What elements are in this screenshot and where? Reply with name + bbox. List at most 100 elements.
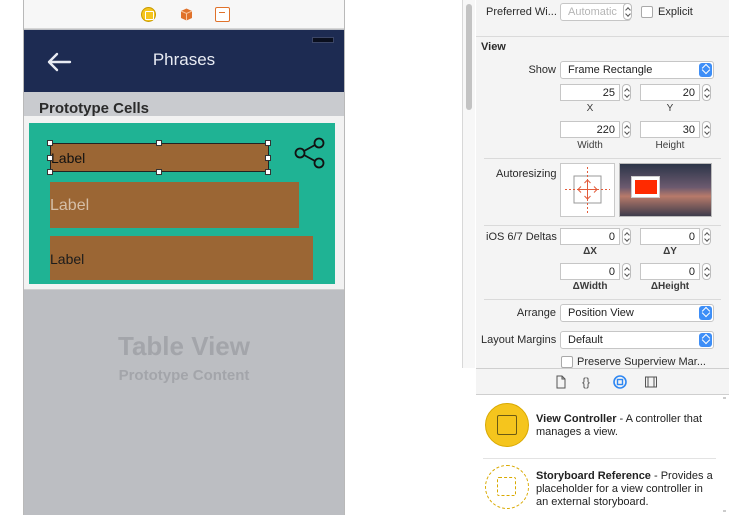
width-stepper[interactable]: [622, 121, 631, 138]
arrange-value: Position View: [568, 307, 634, 319]
view-controller-icon[interactable]: [141, 7, 156, 22]
cell-content-view[interactable]: Label Label Label: [29, 123, 335, 284]
object-library: View Controller - A controller that mana…: [476, 395, 729, 515]
explicit-checkbox[interactable]: [641, 6, 653, 18]
preview-frame: [635, 180, 657, 194]
preferred-width-placeholder: Automatic: [568, 6, 617, 18]
share-icon[interactable]: [294, 137, 326, 169]
list-item-title: Storyboard Reference: [536, 470, 651, 482]
delta-y-field[interactable]: 0: [640, 228, 700, 245]
resize-handle[interactable]: [47, 140, 53, 146]
media-library-icon[interactable]: [644, 375, 658, 389]
show-popup[interactable]: Frame Rectangle: [560, 61, 714, 79]
y-caption: Y: [666, 103, 674, 114]
resize-handle[interactable]: [265, 140, 271, 146]
storyboard-scene: Phrases Prototype Cells Label Label Labe…: [23, 0, 345, 515]
arrange-label: Arrange: [516, 307, 556, 319]
preferred-width-label: Preferred Wi...: [486, 6, 557, 18]
label-text: Label: [51, 150, 86, 166]
delta-width-caption: ΔWidth: [572, 281, 608, 292]
x-field[interactable]: 25: [560, 84, 620, 101]
ios-deltas-label: iOS 6/7 Deltas: [486, 231, 557, 243]
height-stepper[interactable]: [702, 121, 711, 138]
preserve-superview-label: Preserve Superview Mar...: [577, 356, 706, 368]
braces-icon[interactable]: {}: [582, 375, 596, 389]
file-icon[interactable]: [554, 375, 568, 389]
first-responder-icon[interactable]: [179, 7, 194, 22]
size-inspector: Preferred Wi... Automatic Explicit View …: [476, 0, 729, 368]
nav-title: Phrases: [152, 50, 216, 69]
scrollbar-thumb[interactable]: [466, 4, 472, 110]
library-scrollbar[interactable]: [722, 397, 727, 512]
library-tab-bar: {}: [476, 368, 729, 395]
resize-handle[interactable]: [265, 169, 271, 175]
table-view-cell[interactable]: Label Label Label: [24, 116, 344, 290]
prototype-cells-title: Prototype Cells: [39, 100, 150, 117]
width-caption: Width: [577, 140, 603, 151]
table-view-title: Table View: [118, 331, 250, 361]
battery-icon: [312, 37, 334, 43]
popup-arrows-icon: [699, 306, 712, 320]
resize-handle[interactable]: [47, 155, 53, 161]
delta-x-field[interactable]: 0: [560, 228, 620, 245]
preserve-superview-checkbox[interactable]: [561, 356, 573, 368]
navigation-bar: Phrases: [24, 30, 344, 92]
show-label: Show: [528, 64, 556, 76]
list-item-title: View Controller: [536, 413, 617, 425]
divider: [483, 458, 716, 459]
list-item-text: Storyboard Reference - Provides a placeh…: [536, 470, 714, 509]
table-view-subtitle: Prototype Content: [118, 367, 250, 384]
delta-x-stepper[interactable]: [622, 228, 631, 245]
label-text: Label: [50, 251, 85, 267]
arrange-popup[interactable]: Position View: [560, 304, 714, 322]
y-field[interactable]: 20: [640, 84, 700, 101]
x-stepper[interactable]: [622, 84, 631, 101]
delta-height-stepper[interactable]: [702, 263, 711, 280]
table-view-placeholder: Table View Prototype Content: [24, 300, 344, 515]
view-section-title: View: [481, 41, 506, 53]
autoresizing-label: Autoresizing: [496, 168, 557, 180]
show-value: Frame Rectangle: [568, 64, 653, 76]
scene-dock: [24, 0, 344, 29]
layout-margins-popup[interactable]: Default: [560, 331, 714, 349]
autoresizing-springs-icon: [565, 167, 610, 213]
popup-arrows-icon: [699, 63, 712, 77]
height-field[interactable]: 30: [640, 121, 700, 138]
preferred-width-stepper[interactable]: [623, 3, 632, 20]
view-controller-icon: [485, 403, 529, 447]
list-item[interactable]: Storyboard Reference - Provides a placeh…: [476, 461, 716, 515]
resize-handle[interactable]: [156, 140, 162, 146]
y-stepper[interactable]: [702, 84, 711, 101]
divider: [476, 36, 729, 37]
xcode-window: Phrases Prototype Cells Label Label Labe…: [0, 0, 729, 515]
resize-handle[interactable]: [47, 169, 53, 175]
delta-height-field[interactable]: 0: [640, 263, 700, 280]
label-view[interactable]: Label: [50, 182, 299, 228]
exit-icon[interactable]: [215, 7, 230, 22]
delta-width-stepper[interactable]: [622, 263, 631, 280]
object-library-icon[interactable]: [613, 375, 627, 389]
prototype-cells-header: Prototype Cells: [24, 92, 344, 117]
delta-width-field[interactable]: 0: [560, 263, 620, 280]
selected-label[interactable]: Label: [50, 143, 269, 172]
autoresizing-preview: [619, 163, 712, 217]
delta-height-caption: ΔHeight: [650, 281, 690, 292]
width-field[interactable]: 220: [560, 121, 620, 138]
resize-handle[interactable]: [156, 169, 162, 175]
delta-y-caption: ΔY: [663, 246, 677, 257]
label-text: Label: [50, 197, 90, 214]
explicit-label: Explicit: [658, 6, 693, 18]
label-view[interactable]: Label: [50, 236, 313, 280]
popup-arrows-icon: [699, 333, 712, 347]
storyboard-reference-icon: [485, 465, 529, 509]
divider: [484, 225, 721, 226]
autoresizing-control[interactable]: [560, 163, 615, 217]
inspector-scrollbar[interactable]: [462, 0, 475, 368]
list-item[interactable]: View Controller - A controller that mana…: [476, 400, 716, 460]
resize-handle[interactable]: [265, 155, 271, 161]
height-caption: Height: [655, 140, 685, 151]
divider: [484, 299, 721, 300]
preferred-width-field[interactable]: Automatic: [560, 3, 631, 21]
delta-y-stepper[interactable]: [702, 228, 711, 245]
x-caption: X: [586, 103, 594, 114]
